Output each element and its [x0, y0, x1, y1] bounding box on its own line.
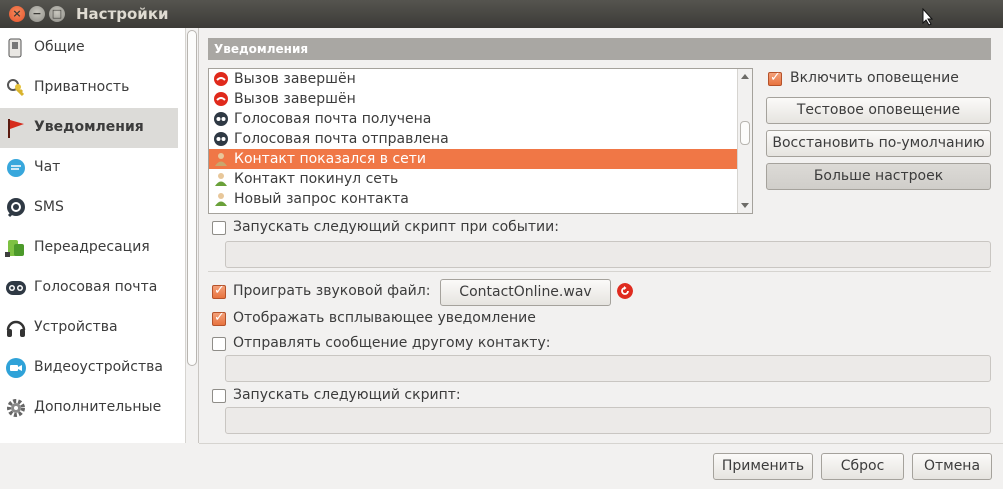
hangup-icon: [214, 72, 228, 86]
section-header: Уведомления: [208, 38, 991, 60]
show-popup-label: Отображать всплывающее уведомление: [233, 310, 536, 326]
list-item[interactable]: Новый запрос контакта: [209, 189, 737, 209]
enable-notification-checkbox[interactable]: [768, 70, 782, 86]
sidebar-item-label: Голосовая почта: [34, 279, 158, 295]
sound-file-button[interactable]: ContactOnline.wav: [440, 279, 611, 306]
run-script-on-event-field[interactable]: [225, 241, 991, 268]
send-message-field[interactable]: [225, 355, 991, 382]
footer-divider: [199, 443, 1003, 444]
sidebar-item-label: Переадресация: [34, 239, 150, 255]
sidebar-scroll-thumb[interactable]: [187, 30, 197, 366]
sidebar-item-sms[interactable]: SMS: [0, 188, 178, 228]
forward-icon: [5, 240, 24, 257]
list-item-selected[interactable]: Контакт показался в сети: [209, 149, 737, 169]
sidebar-item-label: SMS: [34, 199, 64, 215]
event-list-scroll-thumb[interactable]: [740, 121, 750, 145]
sidebar-item-label: Уведомления: [34, 119, 144, 135]
play-sound-checkbox[interactable]: [212, 283, 226, 299]
event-label: Контакт покинул сеть: [234, 171, 399, 187]
sidebar-item-label: Чат: [34, 159, 61, 175]
run-script-label: Запускать следующий скрипт:: [233, 387, 461, 403]
sidebar-item-notifications[interactable]: Уведомления: [0, 108, 178, 148]
maximize-window-button[interactable]: □: [49, 6, 65, 22]
event-list-scrollbar[interactable]: [737, 69, 752, 213]
play-sound-label: Проиграть звуковой файл:: [233, 283, 431, 299]
window-title: Настройки: [76, 5, 169, 23]
event-label: Голосовая почта получена: [234, 111, 432, 127]
sidebar-item-label: Общие: [34, 39, 85, 55]
event-list[interactable]: Вызов завершён Вызов завершён Голосовая …: [208, 68, 753, 214]
voicemail-icon: [6, 281, 26, 295]
run-script-checkbox[interactable]: [212, 389, 226, 403]
reset-button[interactable]: Сброс: [821, 453, 904, 480]
list-item[interactable]: Контакт покинул сеть: [209, 169, 737, 189]
divider: [208, 271, 991, 272]
list-item[interactable]: Голосовая почта отправлена: [209, 129, 737, 149]
sms-icon: [7, 198, 25, 218]
minimize-window-button[interactable]: −: [29, 6, 45, 22]
list-item[interactable]: Вызов завершён: [209, 69, 737, 89]
sidebar-scrollbar[interactable]: [185, 28, 198, 443]
contact-icon: [215, 173, 227, 186]
test-notification-button[interactable]: Тестовое оповещение: [766, 97, 991, 124]
sidebar-item-advanced[interactable]: Дополнительные: [0, 388, 178, 428]
send-message-checkbox[interactable]: [212, 337, 226, 351]
sidebar-item-label: Видеоустройства: [34, 359, 163, 375]
contact-icon: [215, 193, 227, 206]
sidebar-item-devices[interactable]: Устройства: [0, 308, 178, 348]
run-script-on-event-label: Запускать следующий скрипт при событии:: [233, 219, 559, 235]
list-item[interactable]: Голосовая почта получена: [209, 109, 737, 129]
sidebar-item-label: Дополнительные: [34, 399, 162, 415]
keys-icon: [7, 79, 25, 97]
flag-icon: [8, 119, 24, 138]
event-label: Вызов завершён: [234, 71, 356, 87]
contact-icon: [215, 153, 227, 166]
event-label: Новый запрос контакта: [234, 191, 409, 207]
apply-button[interactable]: Применить: [713, 453, 813, 480]
reset-sound-icon[interactable]: [617, 283, 633, 299]
title-bar: × − □ Настройки: [0, 0, 1003, 28]
close-window-button[interactable]: ×: [9, 6, 25, 22]
enable-notification-label: Включить оповещение: [790, 70, 959, 86]
mouse-cursor-icon: [922, 8, 934, 26]
switch-icon: [8, 38, 22, 58]
sidebar-item-forwarding[interactable]: Переадресация: [0, 228, 178, 268]
hangup-icon: [214, 92, 228, 106]
run-script-field[interactable]: [225, 407, 991, 434]
sidebar-item-general[interactable]: Общие: [0, 28, 178, 68]
cancel-button[interactable]: Отмена: [912, 453, 992, 480]
run-script-on-event-checkbox[interactable]: [212, 221, 226, 235]
scroll-up-icon[interactable]: [741, 74, 749, 79]
voicemail-icon: [214, 112, 228, 126]
gear-icon: [7, 399, 25, 417]
sidebar-item-voicemail[interactable]: Голосовая почта: [0, 268, 178, 308]
sidebar-item-label: Устройства: [34, 319, 118, 335]
voicemail-icon: [214, 132, 228, 146]
event-label: Контакт показался в сети: [234, 151, 427, 167]
settings-sidebar: Общие Приватность Уведомления Чат SMS Пе…: [0, 28, 199, 443]
camera-icon: [6, 358, 26, 378]
show-popup-checkbox[interactable]: [212, 310, 226, 326]
event-label: Вызов завершён: [234, 91, 356, 107]
send-message-label: Отправлять сообщение другому контакту:: [233, 335, 551, 351]
list-item[interactable]: Вызов завершён: [209, 89, 737, 109]
sidebar-item-chat[interactable]: Чат: [0, 148, 178, 188]
event-label: Голосовая почта отправлена: [234, 131, 449, 147]
restore-defaults-button[interactable]: Восстановить по-умолчанию: [766, 130, 991, 157]
sidebar-item-privacy[interactable]: Приватность: [0, 68, 178, 108]
sidebar-item-video-devices[interactable]: Видеоустройства: [0, 348, 178, 388]
more-settings-button[interactable]: Больше настроек: [766, 163, 991, 190]
sidebar-item-label: Приватность: [34, 79, 130, 95]
scroll-down-icon[interactable]: [741, 203, 749, 208]
headset-icon: [6, 320, 26, 337]
chat-icon: [7, 159, 25, 177]
